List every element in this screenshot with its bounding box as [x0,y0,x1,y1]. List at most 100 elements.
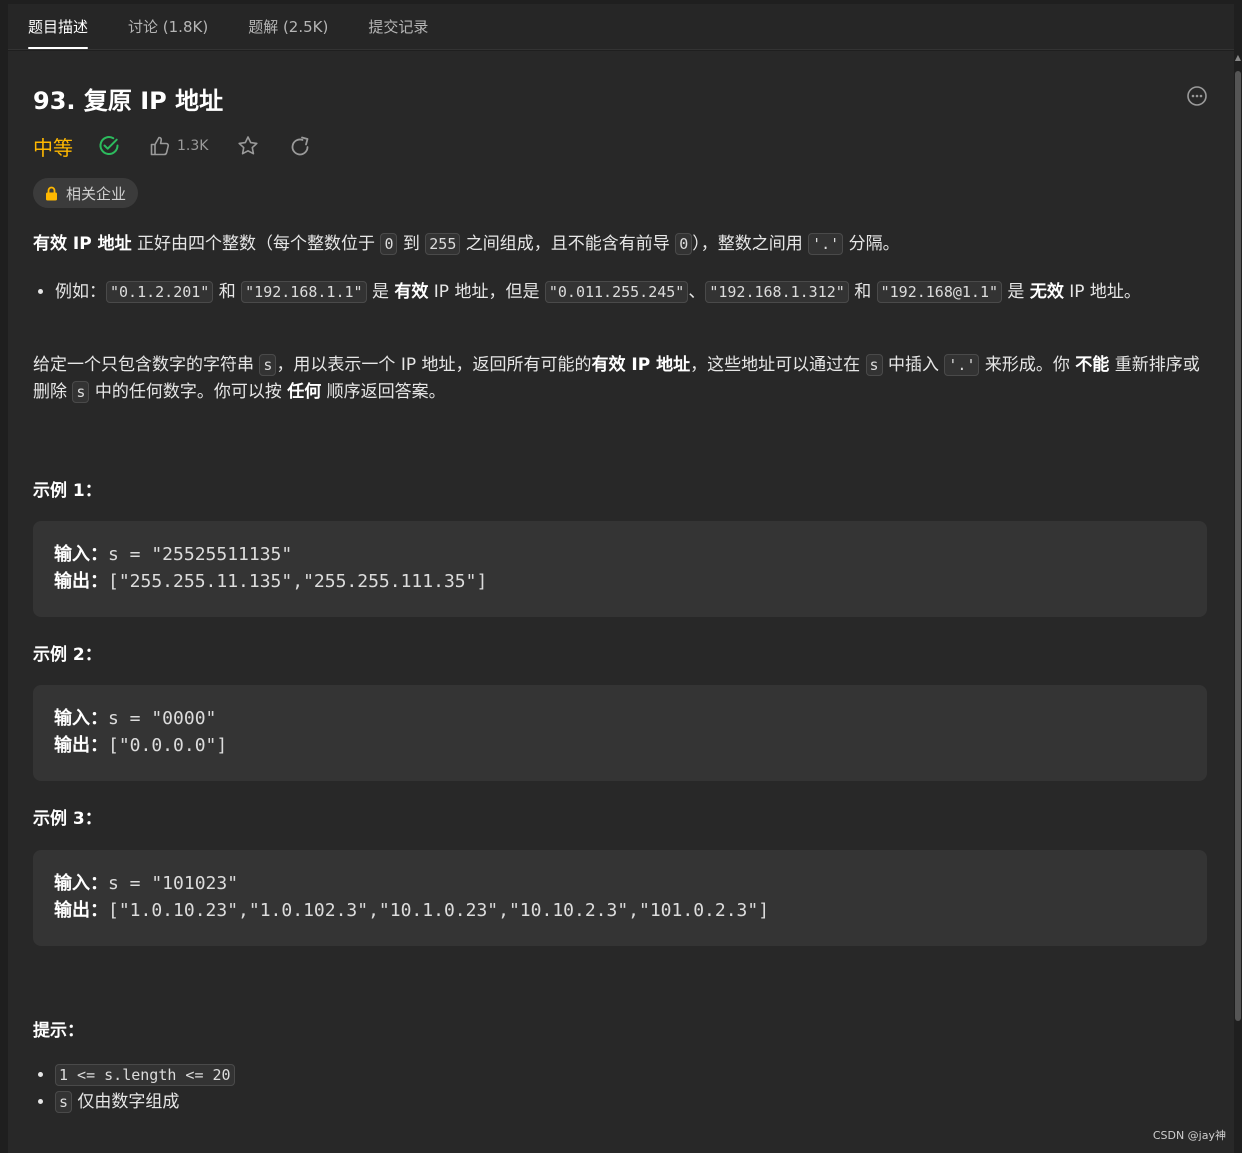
text: IP 地址，但是 [428,282,545,302]
input-value: s = "101023" [108,873,239,894]
share-icon [292,136,309,156]
text: 和 [848,282,877,302]
hints-list: 1 <= s.length <= 20 s 仅由数字组成 [33,1062,1208,1116]
lock-icon [46,186,57,200]
input-value: s = "25525511135" [108,544,293,565]
difficulty-label: 中等 [33,135,73,160]
list-item: 例如："0.1.2.201" 和 "192.168.1.1" 是 有效 IP 地… [55,279,1208,306]
related-companies-tag[interactable]: 相关企业 [33,178,139,208]
bullet-list: 1 <= s.length <= 20 s 仅由数字组成 [33,1062,1208,1116]
example-3-box: 输入：s = "101023" 输出：["1.0.10.23","1.0.102… [33,850,1207,946]
example-output-line: 输出：["255.255.11.135","255.255.111.35"] [54,568,1186,595]
more-options-icon[interactable] [1186,85,1208,107]
example-input-line: 输入：s = "0000" [54,705,1186,732]
inline-code: '.' [808,233,844,255]
inline-code: 0 [675,233,693,255]
output-value: ["1.0.10.23","1.0.102.3","10.1.0.23","10… [108,900,770,921]
text: 到 [397,234,426,254]
favorite-button[interactable] [236,134,260,158]
tab-submissions[interactable]: 提交记录 [348,3,448,49]
input-label: 输入： [54,873,108,894]
check-circle-icon [99,136,119,156]
text: ，用以表示一个 IP 地址，返回所有可能的 [276,355,592,375]
text: IP 地址。 [1063,282,1141,302]
tab-description[interactable]: 题目描述 [8,3,108,49]
description-paragraph-2: 给定一个只包含数字的字符串 s ，用以表示一个 IP 地址，返回所有可能的有效 I… [33,352,1208,406]
text: ，这些地址可以通过在 [690,355,866,375]
related-companies-label: 相关企业 [66,184,127,203]
text: 例如： [55,282,106,302]
inline-code: 1 <= s.length <= 20 [55,1064,235,1086]
text: 中插入 [882,355,945,375]
thumbs-up-icon [150,136,170,156]
text: 之间组成，且不能含有前导 [460,234,676,254]
input-label: 输入： [54,544,108,565]
inline-code: 255 [425,233,461,255]
text: 、 [688,282,706,302]
text: 分隔。 [843,234,900,254]
text: 是 [366,282,395,302]
hints-title: 提示： [33,1021,84,1041]
text: 和 [213,282,242,302]
example-input-line: 输入：s = "101023" [54,870,1186,897]
bold-text: 无效 [1029,282,1064,302]
input-label: 输入： [54,708,108,729]
example-3-title: 示例 3： [33,809,102,829]
inline-code: '.' [944,354,980,376]
bold-text: 任何 [287,382,322,402]
inline-code: "0.1.2.201" [106,281,214,303]
output-label: 输出： [54,900,108,921]
text: ），整数之间用 [692,234,809,254]
meta-row: 中等 1.3K [33,131,340,161]
inline-code: "192.168.1.312" [705,281,849,303]
bold-text: 有效 [394,282,429,302]
problem-panel: 93. 复原 IP 地址 中等 1.3K 相关企业 有效 IP 地址 正好由四个… [8,51,1234,1153]
inline-code: s [72,381,90,403]
bold-text: 不能 [1075,355,1110,375]
output-label: 输出： [54,735,108,756]
scrollbar-thumb[interactable] [1235,71,1241,1021]
scrollbar[interactable]: ▲ [1234,51,1242,1153]
star-icon [238,136,259,155]
tab-solutions[interactable]: 题解 (2.5K) [228,3,348,49]
text: 给定一个只包含数字的字符串 [33,355,260,375]
example-2-title: 示例 2： [33,645,102,665]
like-button[interactable]: 1.3K [149,135,208,157]
output-value: ["0.0.0.0"] [108,735,228,756]
like-count: 1.3K [177,138,209,154]
text: 中的任何数字。你可以按 [89,382,288,402]
output-label: 输出： [54,571,108,592]
inline-code: "192.168.1.1" [241,281,367,303]
tab-discussion[interactable]: 讨论 (1.8K) [108,3,228,49]
input-value: s = "0000" [108,708,217,729]
watermark: CSDN @jay神 [1152,1129,1226,1142]
hint-item: s 仅由数字组成 [55,1089,1208,1116]
inline-code: "192.168@1.1" [876,281,1003,303]
inline-code: 0 [380,233,398,255]
text: 来形成。你 [979,355,1076,375]
bullet-list: 例如："0.1.2.201" 和 "192.168.1.1" 是 有效 IP 地… [33,279,1208,306]
example-2-box: 输入：s = "0000" 输出：["0.0.0.0"] [33,685,1207,781]
solved-status [97,134,121,158]
text: 顺序返回答案。 [321,382,446,402]
example-1-box: 输入：s = "25525511135" 输出：["255.255.11.135… [33,521,1207,617]
description-bullet-list: 例如："0.1.2.201" 和 "192.168.1.1" 是 有效 IP 地… [33,279,1208,306]
example-output-line: 输出：["1.0.10.23","1.0.102.3","10.1.0.23",… [54,897,1186,924]
example-input-line: 输入：s = "25525511135" [54,541,1186,568]
bold-text: 有效 IP 地址 [591,355,691,375]
output-value: ["255.255.11.135","255.255.111.35"] [108,571,488,592]
text: 正好由四个整数（每个整数位于 [131,234,381,254]
title-row: 93. 复原 IP 地址 [33,81,1208,117]
inline-code: s [865,354,883,376]
inline-code: s [259,354,277,376]
text: 是 [1002,282,1030,302]
example-output-line: 输出：["0.0.0.0"] [54,732,1186,759]
share-button[interactable] [288,134,312,158]
hint-item: 1 <= s.length <= 20 [55,1062,1208,1089]
inline-code: s [55,1091,73,1113]
scroll-up-arrow-icon[interactable]: ▲ [1234,53,1242,63]
example-1-title: 示例 1： [33,481,102,501]
description-paragraph-1: 有效 IP 地址 正好由四个整数（每个整数位于 0 到 255 之间组成，且不能… [33,231,1208,258]
bold-text: 有效 IP 地址 [33,234,132,254]
problem-title: 93. 复原 IP 地址 [33,87,224,115]
